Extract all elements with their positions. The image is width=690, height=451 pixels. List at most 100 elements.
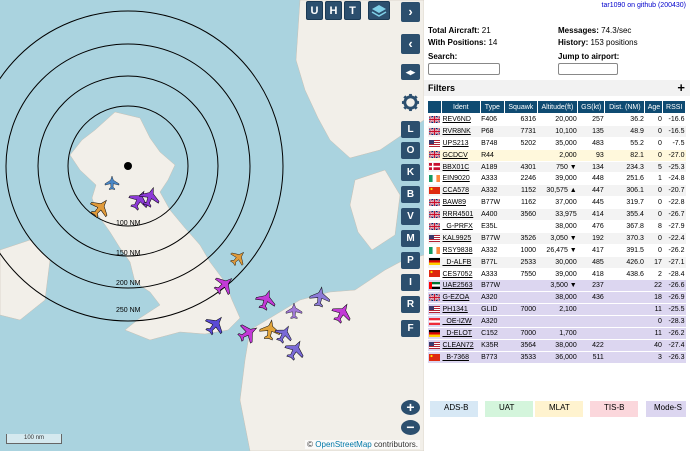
aircraft-icon[interactable]: [329, 299, 356, 326]
table-row[interactable]: _OE-IZW A320 0 -28.3: [427, 315, 686, 329]
table-row[interactable]: REV6ND F406 6316 20,000 257 36.2 0 -16.6: [427, 113, 686, 126]
table-row[interactable]: GCDCV R44 2,000 93 82.1 0 -27.0: [427, 149, 686, 162]
cell-ident[interactable]: _D-ALFB: [441, 256, 481, 269]
cell-ident[interactable]: G-EZOA: [441, 291, 481, 305]
cell-ident[interactable]: KAL9925: [441, 232, 481, 245]
side-button-l[interactable]: L: [401, 121, 420, 138]
openstreetmap-link[interactable]: OpenStreetMap: [315, 440, 371, 449]
side-button-m[interactable]: M: [401, 230, 420, 247]
cell-ident[interactable]: BBX01C: [441, 161, 481, 174]
table-row[interactable]: UPS213 B748 5202 35,000 483 55.2 0 -7.5: [427, 137, 686, 150]
cell-ident[interactable]: UPS213: [441, 137, 481, 150]
cell-ident[interactable]: _D-ELOT: [441, 327, 481, 340]
cell-alt: 750 ▼: [537, 161, 578, 174]
aircraft-icon[interactable]: [259, 318, 282, 341]
map[interactable]: 100 NM 150 NM 200 NM 250 NM U H T 100 nm…: [0, 0, 424, 451]
table-header-row: Ident Type Squawk Altitude(ft) GS(kt) Dist. (…: [427, 100, 686, 114]
table-row[interactable]: RSY9838 A332 1000 26,475 ▼ 417 391.5 0 -26.2: [427, 244, 686, 257]
aircraft-icon[interactable]: [201, 311, 229, 339]
cell-ident[interactable]: RSY9838: [441, 244, 481, 257]
table-row[interactable]: CES7052 A333 7550 39,000 418 438.6 2 -28.4: [427, 268, 686, 281]
table-row[interactable]: _D-ELOT C152 7000 1,700 11 -26.2: [427, 327, 686, 340]
cell-type: K35R: [480, 339, 505, 352]
chevron-left-icon[interactable]: ‹: [401, 34, 420, 54]
cell-squawk: 1000: [504, 244, 538, 257]
zoom-out-button[interactable]: −: [401, 420, 420, 435]
cell-ident[interactable]: EIN9020: [441, 172, 481, 186]
cell-ident[interactable]: BAW89: [441, 196, 481, 210]
aircraft-icon[interactable]: [104, 175, 120, 190]
cell-squawk: [504, 315, 538, 329]
table-row[interactable]: KAL9925 B77W 3526 3,050 ▼ 192 370.3 0 -22.4: [427, 232, 686, 245]
cell-ident[interactable]: _B-7368: [441, 351, 481, 364]
cell-ident[interactable]: CES7052: [441, 268, 481, 281]
aircraft-icon[interactable]: [86, 194, 114, 222]
cell-age: 0: [644, 208, 663, 222]
table-row[interactable]: BBX01C A189 4301 750 ▼ 134 234.3 5 -25.3: [427, 161, 686, 174]
column-header-dist-nm[interactable]: Dist. (NM): [604, 100, 646, 114]
map-button-u[interactable]: U: [306, 1, 323, 20]
side-button-i[interactable]: I: [401, 274, 420, 291]
cell-ident[interactable]: _OE-IZW: [441, 315, 481, 329]
aircraft-icon[interactable]: [309, 285, 332, 308]
cell-ident[interactable]: RVR8NK: [441, 125, 481, 138]
aircraft-icon[interactable]: [210, 271, 238, 299]
gear-icon[interactable]: [401, 93, 420, 112]
cell-ident[interactable]: RRR4501: [441, 208, 481, 222]
side-button-b[interactable]: B: [401, 186, 420, 203]
side-button-f[interactable]: F: [401, 320, 420, 337]
column-header-rssi[interactable]: RSSI: [662, 100, 686, 114]
table-row[interactable]: UAE2563 B77W 3,500 ▼ 237 22 -26.6: [427, 279, 686, 293]
cell-ident[interactable]: PH1341: [441, 303, 481, 317]
aircraft-icon[interactable]: [137, 184, 162, 209]
aircraft-icon[interactable]: [235, 319, 262, 346]
filters-bar[interactable]: Filters +: [424, 80, 690, 96]
aircraft-icon[interactable]: [227, 247, 249, 269]
table-row[interactable]: CCA578 A332 1152 30,575 ▲ 447 306.1 0 -20.7: [427, 184, 686, 198]
table-row[interactable]: _D-ALFB B77L 2533 30,000 485 426.0 17 -27.1: [427, 256, 686, 269]
map-button-h[interactable]: H: [325, 1, 342, 20]
jump-to-airport-input[interactable]: [558, 63, 618, 75]
cell-ident[interactable]: UAE2563: [441, 279, 481, 293]
table-row[interactable]: RVR8NK P68 7731 10,100 135 48.9 0 -16.5: [427, 125, 686, 138]
aircraft-icon[interactable]: [253, 287, 278, 312]
column-header-gs-kt[interactable]: GS(kt): [577, 100, 606, 114]
side-button-p[interactable]: P: [401, 252, 420, 269]
column-header-age[interactable]: Age: [644, 100, 664, 114]
aircraft-icon[interactable]: [285, 302, 303, 319]
filters-expand-button[interactable]: +: [677, 80, 685, 96]
cell-ident[interactable]: _G-PRFX: [441, 220, 481, 233]
chevron-right-icon[interactable]: ›: [401, 2, 420, 22]
zoom-in-button[interactable]: +: [401, 400, 420, 415]
side-button-r[interactable]: R: [401, 296, 420, 313]
cell-ident[interactable]: GCDCV: [441, 149, 481, 162]
table-row[interactable]: _G-PRFX E35L 38,000 476 367.8 8 -27.9: [427, 220, 686, 233]
aircraft-icon[interactable]: [282, 336, 309, 363]
aircraft-icon[interactable]: [272, 322, 296, 346]
column-header-type[interactable]: Type: [479, 100, 506, 114]
cell-ident[interactable]: REV6ND: [441, 113, 481, 126]
layers-icon[interactable]: [368, 1, 390, 20]
search-input[interactable]: [428, 63, 500, 75]
table-row[interactable]: EIN9020 A333 2246 39,000 448 251.6 1 -24.8: [427, 172, 686, 186]
table-row[interactable]: PH1341 GLID 7000 2,100 11 -25.5: [427, 303, 686, 317]
github-link[interactable]: tar1090 on github (200430): [602, 2, 686, 9]
aircraft-layer[interactable]: [0, 0, 424, 451]
expand-horizontal-icon[interactable]: ◂▸: [401, 64, 420, 80]
table-row[interactable]: CLEAN72 K35R 3564 38,000 422 40 -27.4: [427, 339, 686, 352]
side-button-v[interactable]: V: [401, 208, 420, 225]
cell-ident[interactable]: CCA578: [441, 184, 481, 198]
column-header-ident[interactable]: Ident: [441, 100, 481, 114]
cell-type: A333: [480, 172, 505, 186]
column-header-squawk[interactable]: Squawk: [504, 100, 538, 114]
column-header-altitude-ft[interactable]: Altitude(ft): [536, 100, 579, 114]
map-button-t[interactable]: T: [344, 1, 361, 20]
table-row[interactable]: RRR4501 A400 3560 33,975 414 355.4 0 -26.7: [427, 208, 686, 222]
side-button-k[interactable]: K: [401, 164, 420, 181]
table-row[interactable]: G-EZOA A320 38,000 436 18 -26.9: [427, 291, 686, 305]
cell-ident[interactable]: CLEAN72: [441, 339, 481, 352]
table-row[interactable]: _B-7368 B773 3533 36,000 511 3 -26.3: [427, 351, 686, 364]
cell-type: F406: [480, 113, 505, 126]
side-button-o[interactable]: O: [401, 142, 420, 159]
table-row[interactable]: BAW89 B77W 1162 37,000 445 319.7 0 -22.8: [427, 196, 686, 210]
